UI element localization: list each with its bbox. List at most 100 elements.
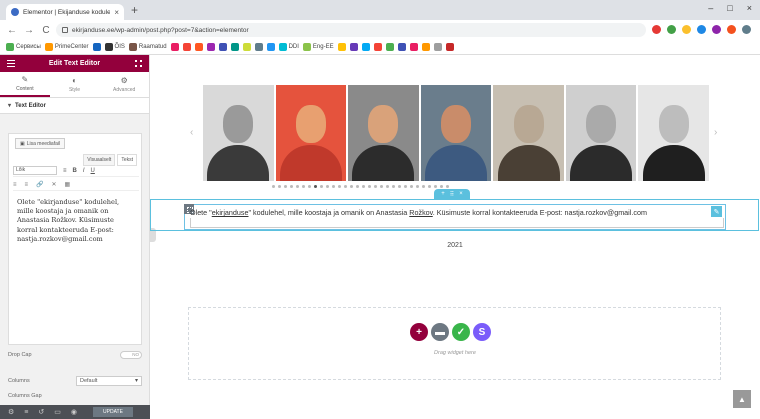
slider-dot[interactable] — [416, 185, 419, 188]
slider-dot[interactable] — [284, 185, 287, 188]
slider-dot[interactable] — [368, 185, 371, 188]
maximize-button[interactable]: □ — [727, 3, 732, 13]
bookmark-item[interactable] — [397, 43, 406, 51]
add-media-button[interactable]: ▣ Lisa meediafail — [15, 138, 66, 149]
add-section-icon[interactable]: + — [441, 191, 445, 197]
bookmark-item[interactable]: PrimeCenter — [44, 43, 89, 51]
menu-icon[interactable] — [7, 60, 15, 67]
settings-icon[interactable]: ⚙ — [8, 408, 14, 416]
slider-dot[interactable] — [440, 185, 443, 188]
scroll-top-button[interactable]: ▲ — [733, 390, 751, 408]
minimize-button[interactable]: – — [708, 3, 713, 13]
bookmark-item[interactable] — [266, 43, 275, 51]
tab-advanced[interactable]: ⚙ Advanced — [99, 72, 149, 97]
bookmark-item[interactable]: Raamatud — [128, 43, 167, 51]
extension-icon[interactable] — [652, 25, 661, 34]
slider-dot[interactable] — [314, 185, 317, 188]
extension-icon[interactable] — [727, 25, 736, 34]
slider-dot[interactable] — [344, 185, 347, 188]
delete-section-icon[interactable]: × — [459, 191, 463, 197]
bold-button[interactable]: B — [73, 168, 77, 174]
align-left-icon[interactable]: ≡ — [13, 182, 17, 188]
bookmark-item[interactable]: DDI — [278, 43, 299, 51]
bookmark-item[interactable] — [433, 43, 442, 51]
inline-edit-pencil-icon[interactable]: ✎ — [711, 206, 722, 217]
underline-button[interactable]: U — [91, 168, 95, 174]
bookmark-item[interactable] — [409, 43, 418, 51]
extension-icon[interactable] — [697, 25, 706, 34]
history-icon[interactable]: ↺ — [38, 408, 44, 416]
slider-dot[interactable] — [338, 185, 341, 188]
bookmark-item[interactable] — [445, 43, 454, 51]
slider-dot[interactable] — [272, 185, 275, 188]
bookmark-item[interactable] — [170, 43, 179, 51]
columns-select[interactable]: Default — [76, 376, 142, 386]
extension-icon[interactable] — [712, 25, 721, 34]
extension-icon[interactable] — [742, 25, 751, 34]
close-window-button[interactable]: × — [747, 3, 752, 13]
bookmark-item[interactable] — [373, 43, 382, 51]
slider-dot[interactable] — [374, 185, 377, 188]
slider-dot[interactable] — [308, 185, 311, 188]
drop-cap-toggle[interactable]: NO — [120, 351, 142, 359]
bookmark-item[interactable] — [230, 43, 239, 51]
slider-dot[interactable] — [446, 185, 449, 188]
add-section-button[interactable]: + — [410, 323, 428, 341]
extension-icon[interactable] — [682, 25, 691, 34]
bookmark-item[interactable] — [385, 43, 394, 51]
bookmark-item[interactable] — [361, 43, 370, 51]
extension-icon[interactable] — [667, 25, 676, 34]
tab-close-icon[interactable]: × — [114, 8, 119, 17]
slider-prev-arrow[interactable]: ‹ — [190, 127, 193, 138]
bookmark-item[interactable] — [92, 43, 101, 51]
preview-icon[interactable]: ◉ — [71, 408, 77, 416]
slider-dot[interactable] — [380, 185, 383, 188]
bookmark-item[interactable] — [242, 43, 251, 51]
back-button[interactable]: ← — [7, 25, 17, 36]
bookmark-item[interactable] — [337, 43, 346, 51]
move-section-icon[interactable]: ⠿ — [450, 191, 454, 198]
add-template-button[interactable]: ▬ — [431, 323, 449, 341]
bookmark-item[interactable] — [206, 43, 215, 51]
format-select[interactable]: Lõik — [13, 166, 57, 175]
unlink-icon[interactable]: ✕ — [52, 181, 57, 188]
bookmark-item[interactable]: Eng-EE — [302, 43, 334, 51]
slider-dot[interactable] — [404, 185, 407, 188]
bookmark-item[interactable]: Сервисы — [6, 43, 41, 51]
section-text-editor[interactable]: ▾ Text Editor — [0, 98, 149, 114]
navigator-icon[interactable]: ≡ — [24, 409, 28, 416]
list-icon[interactable]: ≡ — [63, 168, 67, 174]
responsive-icon[interactable]: ▭ — [54, 408, 61, 416]
bookmark-item[interactable] — [182, 43, 191, 51]
widgets-grid-icon[interactable] — [135, 60, 142, 67]
link-icon[interactable]: 🔗 — [36, 181, 43, 188]
slider-dot[interactable] — [422, 185, 425, 188]
slider-dot[interactable] — [386, 185, 389, 188]
browser-tab[interactable]: Elementor | Ekijanduse kodulehe × — [6, 4, 124, 20]
new-tab-button[interactable]: + — [131, 4, 138, 16]
bookmark-item[interactable] — [254, 43, 263, 51]
tab-style[interactable]: ◐ Style — [50, 72, 100, 97]
slider-next-arrow[interactable]: › — [714, 127, 717, 138]
bookmark-item[interactable] — [218, 43, 227, 51]
align-center-icon[interactable]: ≡ — [25, 182, 29, 188]
slider-dot[interactable] — [434, 185, 437, 188]
bookmark-item[interactable]: ÕIS — [104, 43, 125, 51]
preview-text[interactable]: Olete "ekirjanduse" kodulehel, mille koo… — [190, 207, 710, 218]
editor-textarea[interactable]: Olete "ekirjanduse" kodulehel, mille koo… — [17, 198, 135, 244]
slider-dot[interactable] — [326, 185, 329, 188]
slider-dot[interactable] — [296, 185, 299, 188]
slider-dot[interactable] — [410, 185, 413, 188]
table-icon[interactable]: ▦ — [65, 181, 71, 188]
italic-button[interactable]: I — [83, 168, 85, 174]
bookmark-item[interactable] — [349, 43, 358, 51]
slider-dot[interactable] — [398, 185, 401, 188]
bookmark-item[interactable] — [194, 43, 203, 51]
slider-dot[interactable] — [356, 185, 359, 188]
bookmark-item[interactable] — [421, 43, 430, 51]
forward-button[interactable]: → — [24, 25, 34, 36]
addon-button[interactable]: S — [473, 323, 491, 341]
url-field[interactable]: ekirjanduse.ee/wp-admin/post.php?post=7&… — [56, 23, 646, 37]
slider-dot[interactable] — [302, 185, 305, 188]
slider-dot[interactable] — [278, 185, 281, 188]
